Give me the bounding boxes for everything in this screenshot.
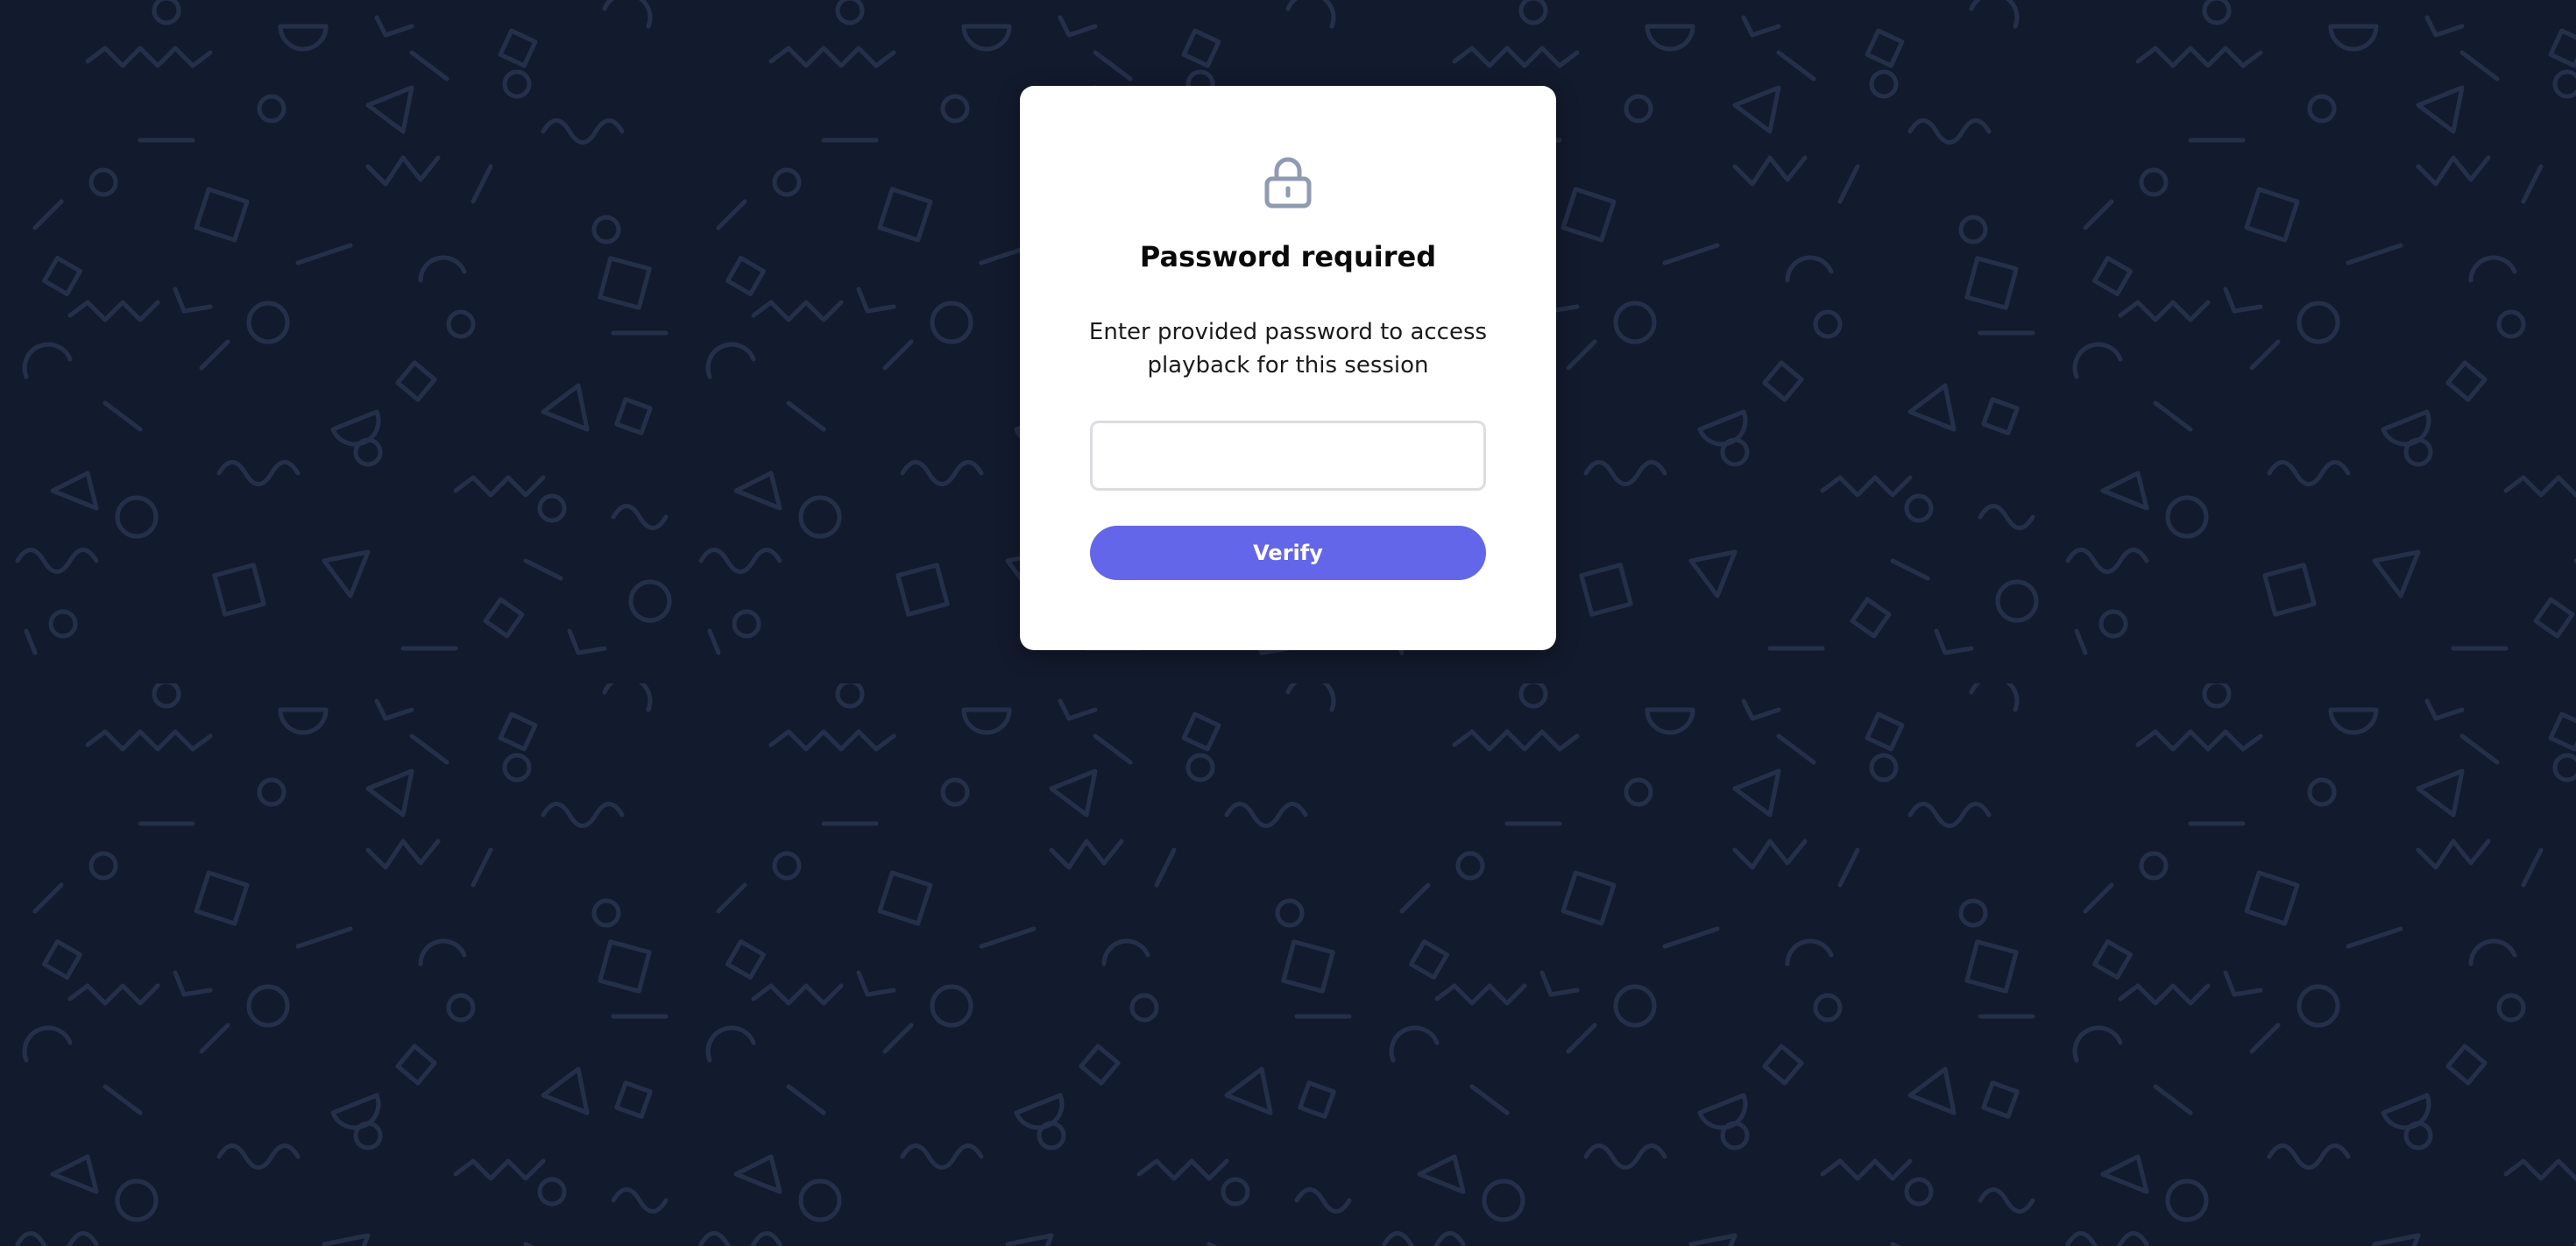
lock-icon <box>1264 157 1312 209</box>
password-input[interactable] <box>1090 421 1486 491</box>
verify-button[interactable]: Verify <box>1090 526 1486 580</box>
page-background: Password required Enter provided passwor… <box>0 0 2576 1246</box>
password-dialog: Password required Enter provided passwor… <box>1020 86 1556 650</box>
dialog-title: Password required <box>1139 240 1437 273</box>
dialog-description: Enter provided password to access playba… <box>1088 319 1488 379</box>
